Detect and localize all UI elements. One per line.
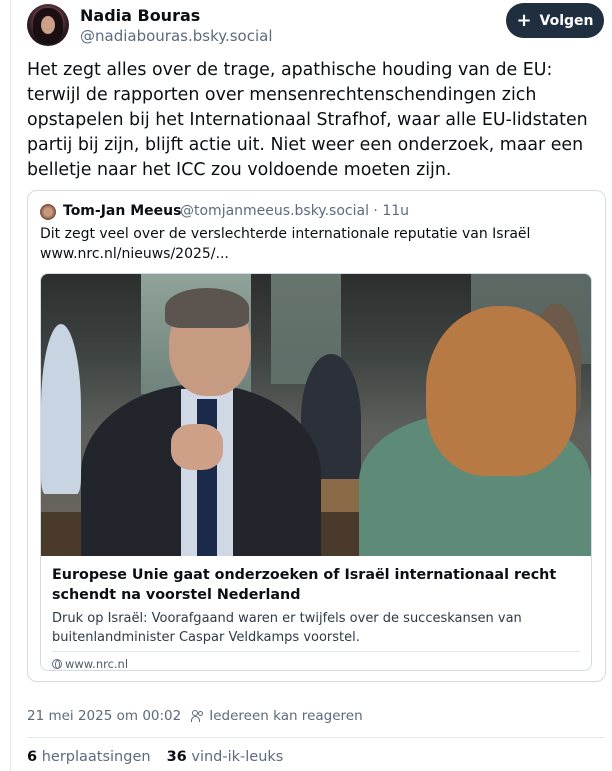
- author-handle[interactable]: @nadiabouras.bsky.social: [80, 27, 273, 45]
- link-card-domain-text: www.nrc.nl: [65, 657, 129, 671]
- quoted-post-age: 11u: [382, 203, 410, 219]
- follow-label: Volgen: [539, 12, 594, 29]
- link-card-domain: www.nrc.nl: [52, 657, 129, 671]
- people-icon: [191, 710, 205, 722]
- reply-setting-label: Iedereen kan reageren: [209, 708, 363, 724]
- globe-icon: [52, 659, 62, 669]
- quoted-author-name[interactable]: Tom-Jan Meeus: [63, 203, 181, 219]
- author-name[interactable]: Nadia Bouras: [80, 6, 200, 25]
- quoted-link[interactable]: www.nrc.nl/nieuws/2025/...: [40, 245, 595, 265]
- plus-icon: +: [516, 9, 532, 31]
- likes-label: vind-ik-leuks: [191, 749, 284, 765]
- author-avatar[interactable]: [27, 4, 69, 46]
- likes-count: 36: [166, 749, 187, 765]
- quoted-post-text: Dit zegt veel over de verslechterde inte…: [40, 225, 595, 264]
- reply-setting: Iedereen kan reageren: [191, 708, 363, 724]
- quoted-author-avatar[interactable]: [40, 204, 56, 220]
- post-meta-row: 21 mei 2025 om 00:02 Iedereen kan reager…: [27, 708, 363, 724]
- likes-stat[interactable]: 36 vind-ik-leuks: [167, 749, 284, 765]
- link-card-image: [41, 274, 591, 556]
- post: Nadia Bouras @nadiabouras.bsky.social + …: [10, 0, 612, 771]
- reposts-count: 6: [27, 749, 38, 765]
- link-card[interactable]: Europese Unie gaat onderzoeken of Israël…: [40, 273, 592, 671]
- link-card-title: Europese Unie gaat onderzoeken of Israël…: [52, 567, 557, 603]
- avatar-face: [41, 16, 55, 34]
- quoted-author-handle[interactable]: @tomjanmeeus.bsky.social: [180, 203, 369, 219]
- quoted-post[interactable]: Tom-Jan Meeus @tomjanmeeus.bsky.social ·…: [27, 190, 606, 682]
- engagement-stats: 6 herplaatsingen 36 vind-ik-leuks: [27, 749, 283, 765]
- quoted-text-line: Dit zegt veel over de verslechterde inte…: [40, 226, 531, 242]
- reposts-stat[interactable]: 6 herplaatsingen: [27, 749, 151, 765]
- meta-separator: ·: [373, 203, 378, 219]
- stats-divider: [27, 737, 605, 738]
- link-card-description: Druk op Israël: Voorafgaand waren er twi…: [52, 611, 522, 645]
- follow-button[interactable]: + Volgen: [506, 3, 604, 38]
- reposts-label: herplaatsingen: [41, 749, 151, 765]
- link-card-divider: [52, 651, 580, 652]
- quoted-post-meta: @tomjanmeeus.bsky.social · 11u: [180, 203, 409, 219]
- post-timestamp[interactable]: 21 mei 2025 om 00:02: [27, 708, 181, 724]
- post-text: Het zegt alles over de trage, apathische…: [27, 60, 588, 180]
